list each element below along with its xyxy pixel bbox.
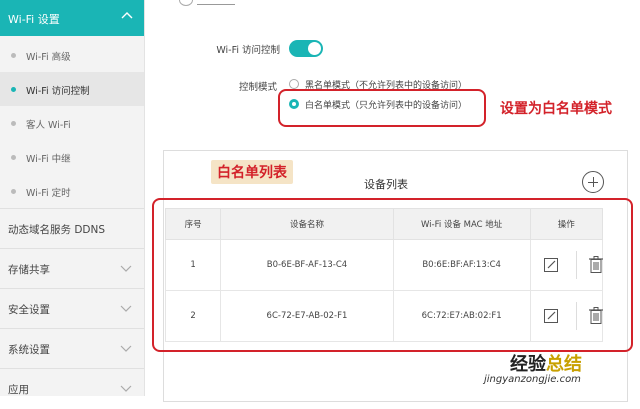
chevron-up-icon (121, 12, 133, 19)
whitelist-option-label: 白名单模式（只允许列表中的设备访问） (305, 101, 468, 111)
sidebar-menu-label: 安全设置 (8, 304, 50, 316)
chevron-down-icon (120, 265, 132, 272)
watermark-logo: 经验总结 (510, 350, 582, 376)
sidebar-item-guest-wifi[interactable]: 客人 Wi-Fi (0, 106, 144, 140)
access-control-label: Wi-Fi 访问控制 (216, 45, 280, 56)
sidebar-menu-label: 动态域名服务 DDNS (8, 224, 106, 236)
sidebar-section-label: Wi-Fi 设置 (8, 13, 60, 26)
sidebar-item-wifi-advanced[interactable]: Wi-Fi 高级 (0, 38, 144, 72)
bullet-icon (11, 87, 16, 92)
device-list-title: 设备列表 (364, 178, 408, 191)
chevron-down-icon (120, 305, 132, 312)
watermark-text-accent: 总结 (546, 354, 582, 375)
sidebar-menu-storage[interactable]: 存储共享 (0, 248, 144, 289)
annotation-whitelist-list: 白名单列表 (211, 160, 293, 184)
sidebar-section-wifi-settings[interactable]: Wi-Fi 设置 (0, 0, 144, 36)
radio-blacklist[interactable] (289, 79, 299, 89)
sidebar-item-wifi-timer[interactable]: Wi-Fi 定时 (0, 174, 144, 208)
bullet-icon (11, 121, 16, 126)
sidebar-menu-label: 系统设置 (8, 344, 50, 356)
annotation-whitelist-mode: 设置为白名单模式 (500, 101, 612, 117)
sidebar-menu-system[interactable]: 系统设置 (0, 328, 144, 369)
chevron-down-icon (120, 345, 132, 352)
sidebar-menu-apps[interactable]: 应用 (0, 368, 144, 409)
sidebar: Wi-Fi 设置 Wi-Fi 高级 Wi-Fi 访问控制 客人 Wi-Fi Wi… (0, 0, 145, 396)
sidebar-item-label: Wi-Fi 定时 (26, 188, 71, 199)
radio-whitelist[interactable] (289, 99, 299, 109)
sidebar-menu-ddns[interactable]: 动态域名服务 DDNS (0, 208, 144, 249)
access-control-toggle[interactable] (289, 40, 323, 57)
chevron-down-icon (120, 385, 132, 392)
sidebar-item-label: 客人 Wi-Fi (26, 120, 71, 131)
sidebar-menu-security[interactable]: 安全设置 (0, 288, 144, 329)
bullet-icon (11, 155, 16, 160)
watermark-text: 经验 (510, 354, 546, 375)
sidebar-item-wifi-access-control[interactable]: Wi-Fi 访问控制 (0, 72, 144, 106)
control-mode-label: 控制模式 (238, 82, 277, 93)
info-icon (179, 0, 193, 6)
bullet-icon (11, 189, 16, 194)
top-link-fragment[interactable] (197, 0, 235, 5)
sidebar-menu-label: 应用 (8, 384, 29, 396)
sidebar-item-label: Wi-Fi 高级 (26, 52, 71, 63)
bullet-icon (11, 53, 16, 58)
sidebar-item-wifi-relay[interactable]: Wi-Fi 中继 (0, 140, 144, 174)
annotation-box-device-table (152, 198, 633, 352)
main-content: Wi-Fi 访问控制 控制模式 黑名单模式（不允许列表中的设备访问） 白名单模式… (145, 0, 640, 402)
sidebar-item-label: Wi-Fi 中继 (26, 154, 71, 165)
sidebar-item-label: Wi-Fi 访问控制 (26, 86, 90, 97)
watermark-url: jingyanzongjie.com (484, 374, 581, 385)
toggle-knob (308, 42, 321, 55)
add-device-button[interactable] (582, 171, 604, 193)
sidebar-menu-label: 存储共享 (8, 264, 50, 276)
